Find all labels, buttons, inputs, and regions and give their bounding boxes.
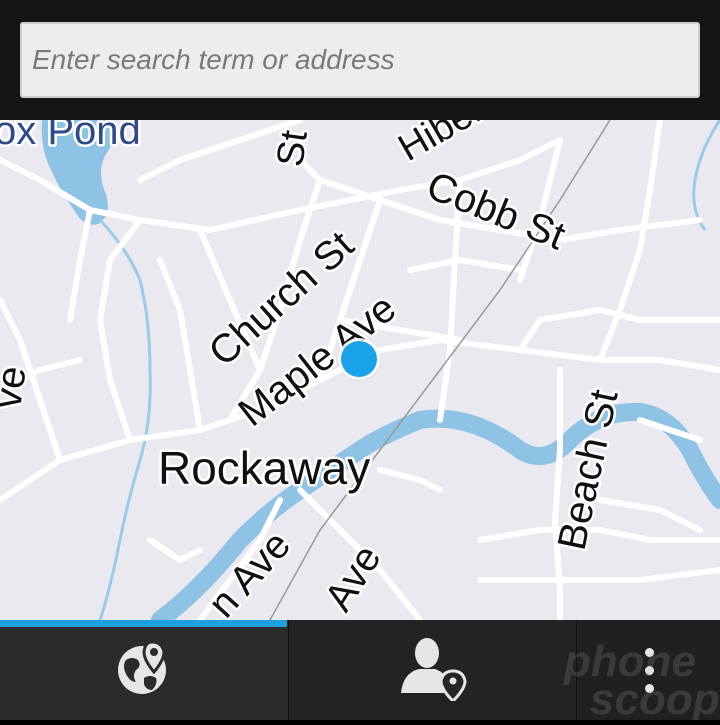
map-label-st-top: St bbox=[269, 127, 316, 169]
stream-top-right bbox=[692, 120, 720, 231]
tab-map[interactable] bbox=[0, 620, 287, 720]
top-bar bbox=[0, 0, 720, 120]
person-pin-icon bbox=[397, 635, 469, 706]
search-box[interactable] bbox=[20, 22, 700, 98]
map-view[interactable]: ox Pond St Hibern Cobb St Church St Mapl… bbox=[0, 120, 720, 620]
overflow-menu-icon bbox=[644, 647, 654, 693]
globe-pin-icon bbox=[114, 638, 174, 703]
map-label-fox-pond: ox Pond bbox=[0, 120, 141, 153]
map-label-hibernia: Hibern bbox=[392, 120, 510, 170]
current-location-dot[interactable] bbox=[341, 341, 377, 377]
map-label-rockaway: Rockaway bbox=[158, 442, 370, 494]
search-input[interactable] bbox=[22, 24, 698, 96]
bottom-action-bar bbox=[0, 620, 720, 720]
overflow-menu-button[interactable] bbox=[576, 620, 720, 720]
map-label-ave-bottom: Ave bbox=[316, 538, 389, 619]
active-tab-indicator bbox=[0, 620, 287, 627]
map-label-ave-left: ve bbox=[0, 363, 35, 411]
tab-contacts-location[interactable] bbox=[288, 620, 576, 720]
